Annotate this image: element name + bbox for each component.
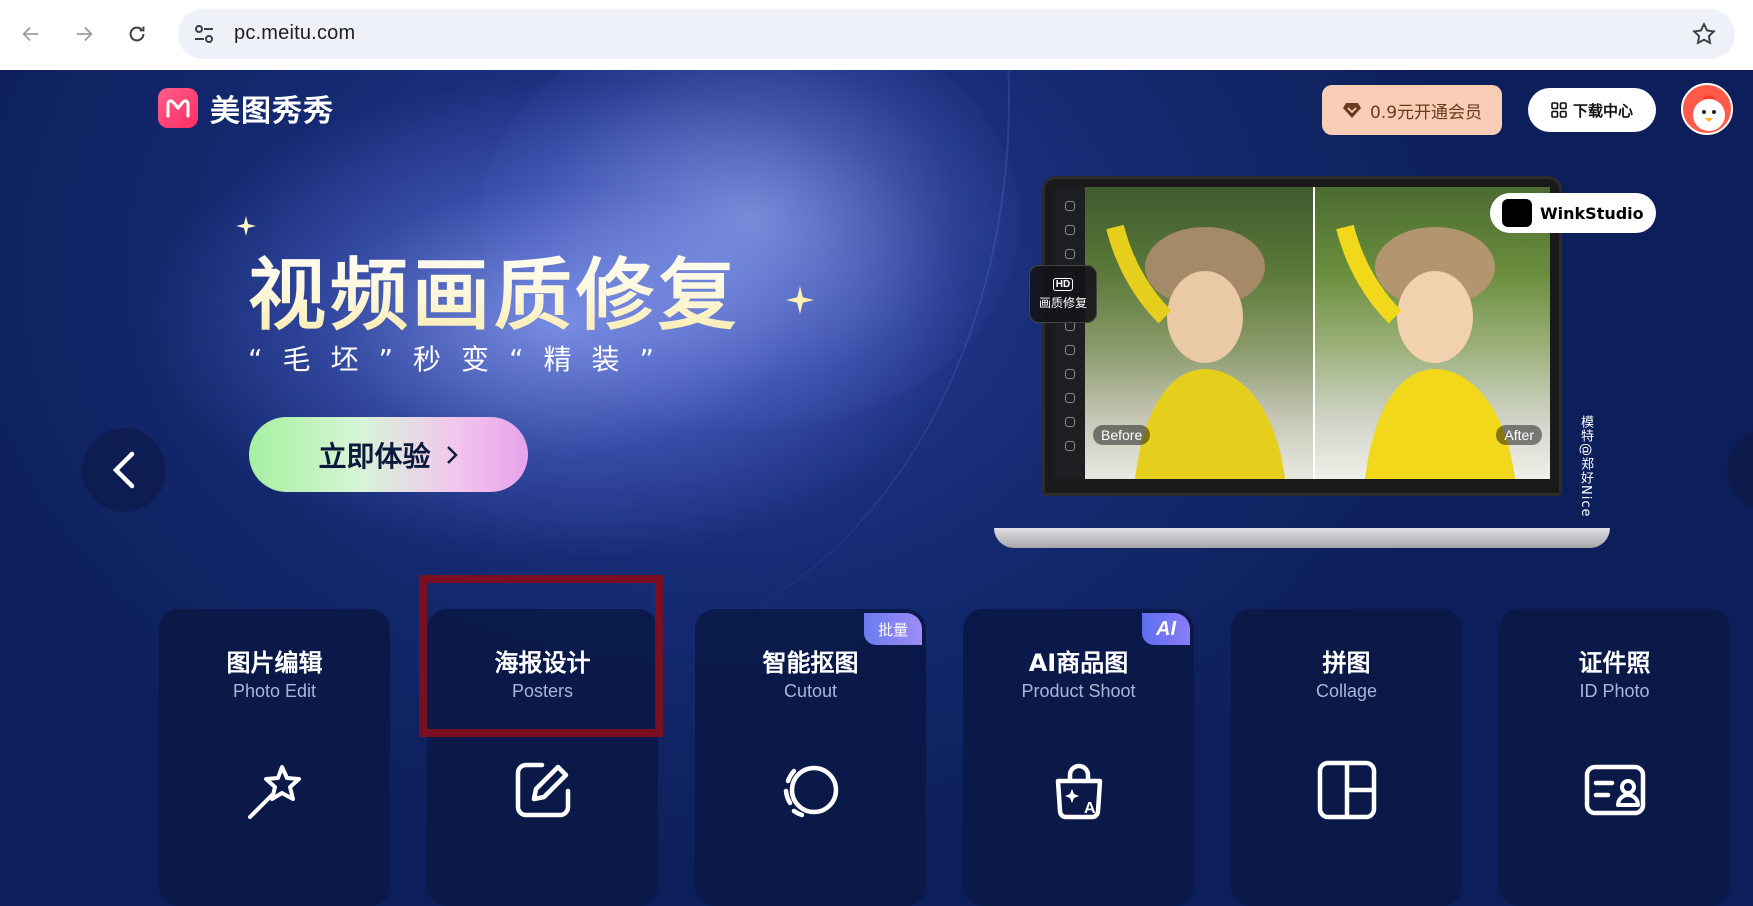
card-title: AI商品图 [1028, 649, 1129, 677]
hero-subtitle: “毛坯”秒变“精装” [248, 343, 675, 376]
quality-repair-label: 画质修复 [1038, 295, 1087, 310]
batch-badge: 批量 [863, 613, 922, 645]
grid-icon [1551, 102, 1567, 118]
meitu-logo-icon [158, 88, 198, 128]
cutout-circle-icon [783, 765, 839, 818]
diamond-heart-icon [1342, 103, 1361, 118]
card-id-photo[interactable]: 证件照 ID Photo [1499, 609, 1730, 906]
card-product-shoot[interactable]: AI AI商品图 Product Shoot AI [963, 609, 1194, 906]
card-subtitle: ID Photo [1579, 681, 1650, 701]
user-avatar[interactable] [1681, 83, 1733, 135]
id-card-icon [1584, 764, 1646, 816]
url-text[interactable]: pc.meitu.com [234, 22, 355, 45]
winkstudio-badge: WinkStudio [1490, 193, 1656, 233]
card-subtitle: Cutout [783, 681, 838, 701]
collage-grid-icon [1317, 760, 1377, 820]
vip-membership-button[interactable]: 0.9元开通会员 [1322, 85, 1502, 135]
before-label: Before [1093, 425, 1151, 445]
back-arrow-icon [22, 26, 39, 42]
carousel-next-button[interactable] [1727, 428, 1753, 512]
card-title: 拼图 [1322, 649, 1371, 677]
ai-badge: AI [1142, 613, 1190, 645]
reload-button[interactable] [120, 17, 154, 51]
card-title: 智能抠图 [762, 649, 859, 677]
after-label: After [1496, 425, 1542, 445]
card-title: 证件照 [1578, 649, 1651, 677]
meitu-homepage: 美图秀秀 0.9元开通会员 下载中心 视频画质修复 “毛坯”秒变“精装” 立即体… [0, 70, 1753, 906]
download-button-label: 下载中心 [1572, 101, 1633, 120]
hd-icon: HD [1052, 277, 1074, 291]
ai-bag-icon: AI [1055, 763, 1103, 820]
carousel-prev-button[interactable] [82, 428, 166, 512]
winkstudio-logo-icon [1502, 199, 1532, 227]
card-subtitle: Collage [1315, 681, 1378, 701]
bookmark-star-icon[interactable] [1691, 21, 1717, 47]
forward-arrow-icon [76, 26, 93, 42]
chevron-left-icon [112, 451, 135, 489]
try-now-button[interactable]: 立即体验 [249, 417, 528, 492]
svg-text:AI: AI [1084, 800, 1100, 817]
card-photo-edit[interactable]: 图片编辑 Photo Edit [159, 609, 390, 906]
laptop-screen: Before After [1055, 187, 1550, 479]
sparkle-icon [786, 286, 814, 314]
hero-title: 视频画质修复 [248, 233, 740, 345]
app-sidebar [1055, 187, 1085, 479]
card-collage[interactable]: 拼图 Collage [1231, 609, 1462, 906]
logo-text: 美图秀秀 [210, 94, 334, 129]
laptop-preview: Before After [1042, 176, 1562, 496]
meitu-logo[interactable]: 美图秀秀 [158, 86, 334, 130]
vip-button-label: 0.9元开通会员 [1369, 102, 1483, 123]
browser-toolbar: pc.meitu.com [0, 0, 1753, 70]
chevron-right-icon [446, 445, 458, 464]
card-cutout[interactable]: 批量 智能抠图 Cutout [695, 609, 926, 906]
card-subtitle: Product Shoot [1021, 681, 1136, 701]
site-settings-icon[interactable] [192, 22, 216, 46]
selection-highlight [419, 575, 663, 737]
back-button[interactable] [14, 17, 48, 51]
laptop-base [994, 528, 1610, 548]
card-subtitle: Photo Edit [232, 681, 317, 701]
address-bar[interactable]: pc.meitu.com [178, 9, 1735, 59]
card-title: 图片编辑 [226, 649, 323, 677]
magic-wand-icon [248, 765, 301, 819]
cta-label: 立即体验 [318, 439, 431, 473]
forward-button[interactable] [67, 17, 101, 51]
edit-square-icon [515, 762, 571, 818]
quality-repair-badge: HD 画质修复 [1029, 265, 1097, 323]
download-center-button[interactable]: 下载中心 [1528, 88, 1656, 132]
reload-icon [129, 26, 145, 42]
winkstudio-label: WinkStudio [1540, 203, 1644, 223]
model-credit: 模特@郑好Nice [1578, 415, 1593, 518]
